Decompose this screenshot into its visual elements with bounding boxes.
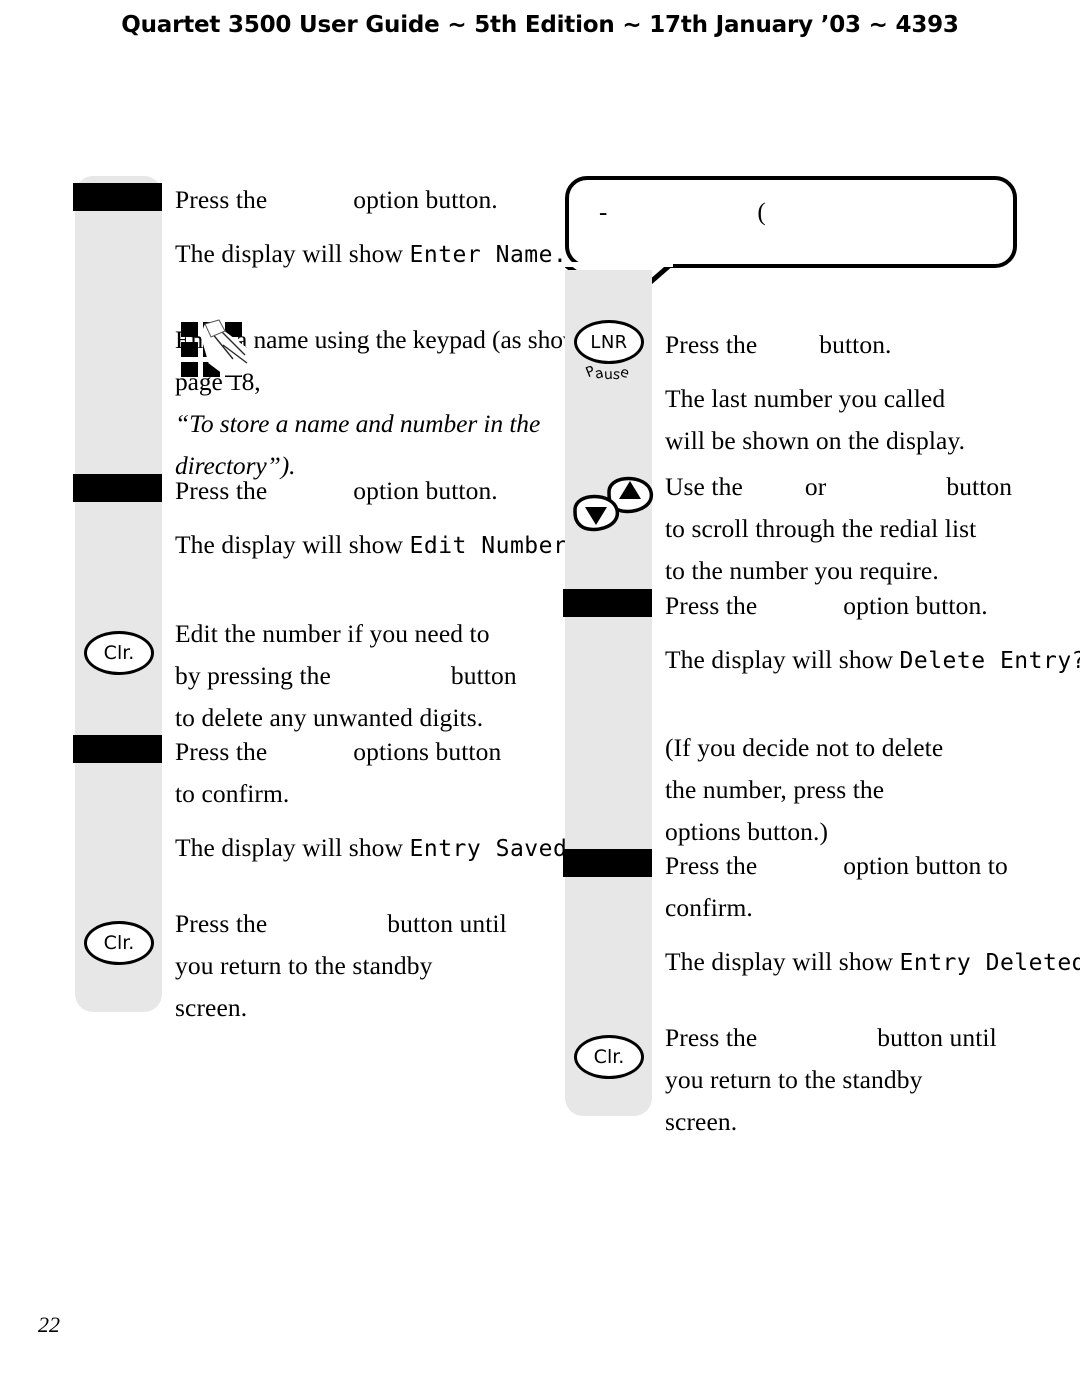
step-edit-number-clr: Clr. Edit the number if you need to by p… (75, 613, 630, 739)
step-press-option-confirm-delete: Press the option button to confirm. The d… (563, 845, 1080, 984)
step-press-lnr: LNR Pause Press the button. The last numb… (565, 320, 1080, 462)
step-continuation: to confirm. (175, 779, 290, 808)
step-paragraph: (If you decide not to delete (665, 733, 944, 762)
running-header: Quartet 3500 User Guide ~ 5th Edition ~ … (121, 12, 959, 38)
softkey-bar-icon[interactable] (73, 474, 162, 502)
step-line: Press the option button to (665, 851, 1008, 880)
step-cancel-note: (If you decide not to delete the number,… (565, 727, 1080, 853)
step-paragraph: screen. (665, 1107, 738, 1136)
scroll-down-icon (573, 494, 619, 532)
step-paragraph: will be shown on the display. (665, 426, 966, 455)
scroll-buttons-icon (569, 466, 653, 542)
step-paragraph: screen. (175, 993, 248, 1022)
step-line: Press the option button. (665, 591, 988, 620)
pointing-hand-icon (200, 319, 256, 376)
lcd-text: Edit Number (409, 533, 568, 559)
speech-balloon-text: - ( (599, 199, 766, 226)
step-paragraph: the number, press the (665, 775, 885, 804)
speech-balloon: - ( (565, 176, 1017, 268)
step-scroll-redial-list: Use the or button to scroll through the re… (565, 466, 1080, 592)
softkey-bar-icon[interactable] (73, 183, 162, 211)
step-line: by pressing the button (175, 661, 517, 690)
display-message-line: The display will show Entry Deleted. (665, 941, 1080, 984)
left-gutter-strip (75, 176, 162, 1012)
clr-button-icon[interactable]: Clr. (84, 631, 154, 675)
step-paragraph: to scroll through the redial list (665, 514, 977, 543)
display-message-line: The display will show Entry Saved. (175, 833, 581, 862)
step-clr-return-standby: Clr. Press the button until you return to… (75, 903, 630, 1029)
step-line: Press the button until (175, 909, 507, 938)
lnr-button-icon[interactable]: LNR (574, 320, 644, 364)
step-clr-return-standby: Clr. Press the button until you return to… (565, 1017, 1080, 1143)
page-number: 22 (38, 1312, 60, 1337)
step-paragraph: Edit the number if you need to (175, 619, 490, 648)
step-paragraph: you return to the standby (175, 951, 433, 980)
step-line: Press the option button. (175, 476, 498, 505)
step-press-option-delete-entry: Press the option button. The display will… (563, 585, 1080, 682)
step-line: Press the option button. (175, 185, 498, 214)
step-line: Press the options button (175, 737, 502, 766)
step-line: Press the button. (665, 330, 892, 359)
display-message-line: The display will show Edit Number. (175, 530, 581, 559)
lcd-text: Enter Name (409, 242, 553, 268)
softkey-bar-icon[interactable] (563, 849, 652, 877)
softkey-bar-icon[interactable] (73, 735, 162, 763)
step-continuation: confirm. (665, 893, 753, 922)
lcd-text: Entry Deleted (899, 950, 1080, 976)
step-press-option-edit-number: Press the option button. The display will… (73, 470, 630, 567)
softkey-bar-icon[interactable] (563, 589, 652, 617)
step-press-options-confirm: Press the options button to confirm. The … (73, 731, 630, 870)
display-message-line: The display will show Enter Name. (175, 239, 568, 268)
keypad-icon[interactable] (175, 319, 259, 381)
clr-button-icon[interactable]: Clr. (574, 1035, 644, 1079)
step-line: Press the button until (665, 1023, 997, 1052)
step-paragraph: The last number you called (665, 384, 946, 413)
pause-legend-label: Pause (583, 363, 632, 384)
clr-button-icon[interactable]: Clr. (84, 921, 154, 965)
display-message-line: The display will show Delete Entry? (665, 639, 1080, 682)
lcd-text: Delete Entry? (899, 648, 1080, 674)
step-line: Use the or button (665, 472, 1013, 501)
step-press-option-enter-name: Press the option button. The display will… (73, 179, 630, 276)
step-enter-name-keypad: Enter a name using the keypad (as shown … (75, 319, 630, 487)
lcd-text: Entry Saved (409, 836, 568, 862)
step-paragraph: you return to the standby (665, 1065, 923, 1094)
